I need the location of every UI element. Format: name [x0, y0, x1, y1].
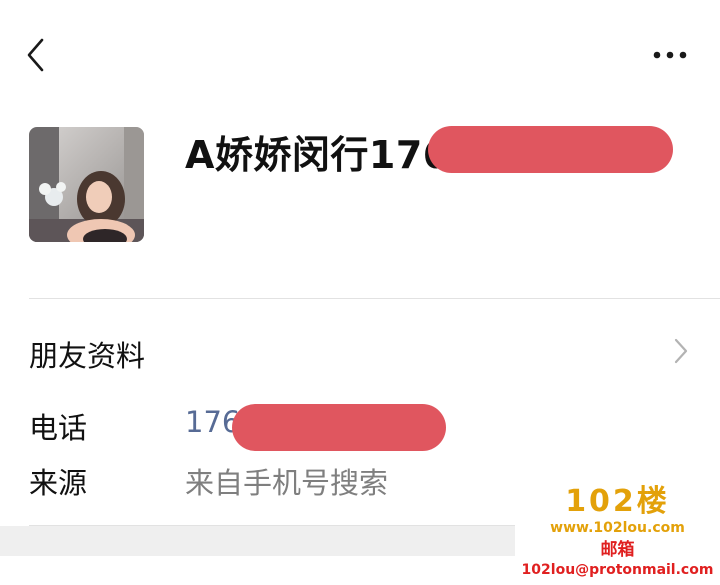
more-horizontal-icon: [653, 51, 687, 59]
watermark-mail: 102lou@protonmail.com: [521, 562, 714, 578]
friend-info-label: 朋友资料: [29, 339, 146, 373]
source-label: 来源: [29, 466, 88, 500]
profile-photo: [29, 127, 144, 242]
chevron-left-icon: [27, 38, 44, 72]
redaction-mark: [428, 126, 673, 173]
watermark: 102楼 www.102lou.com 邮箱 102lou@protonmail…: [515, 485, 720, 585]
back-button[interactable]: [22, 37, 50, 73]
phone-label: 电话: [29, 411, 88, 445]
chevron-right-icon: [674, 338, 688, 364]
watermark-url: www.102lou.com: [550, 520, 685, 536]
source-value: 来自手机号搜索: [185, 466, 389, 500]
friend-info-chevron: [666, 333, 696, 369]
redaction-mark: [232, 404, 446, 451]
more-button[interactable]: [648, 40, 692, 70]
section-divider: [29, 298, 720, 299]
watermark-logo: 102楼: [565, 484, 670, 519]
avatar[interactable]: [29, 127, 144, 242]
watermark-mail-label: 邮箱: [600, 540, 635, 560]
contact-name: A娇娇闵行176: [185, 133, 450, 177]
